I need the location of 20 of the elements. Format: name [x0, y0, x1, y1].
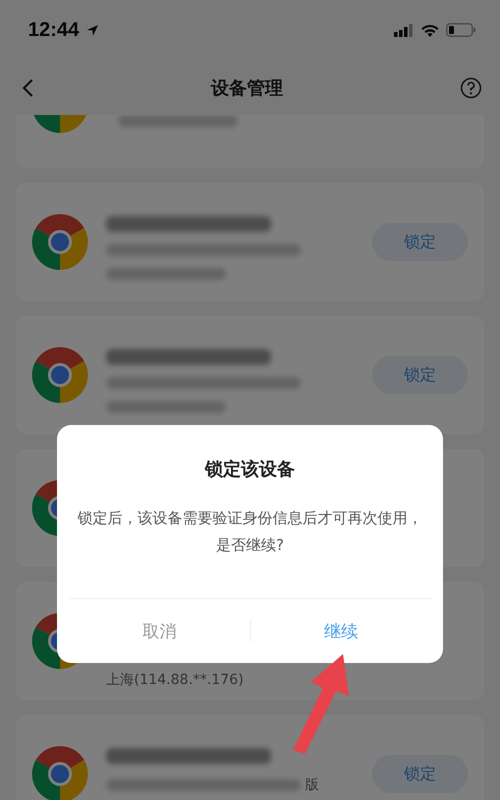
wifi-icon — [421, 24, 439, 36]
cancel-button[interactable]: 取消 — [69, 610, 250, 652]
browser-icon — [32, 347, 88, 403]
dialog-title: 锁定该设备 — [205, 458, 295, 481]
browser-icon — [32, 115, 88, 133]
device-location: 上海(114.88.**.176) — [106, 671, 245, 689]
browser-icon — [32, 214, 88, 270]
continue-button[interactable]: 继续 — [250, 610, 431, 652]
dialog-message: 锁定后，该设备需要验证身份信息后才可再次使用，是否继续? — [76, 508, 424, 556]
status-time: 12:44 — [28, 18, 80, 42]
page-title: 设备管理 — [211, 76, 283, 100]
battery-icon — [446, 23, 476, 37]
back-icon[interactable] — [22, 78, 34, 96]
lock-button[interactable]: 锁定 — [372, 356, 468, 394]
lock-button[interactable]: 锁定 — [372, 755, 468, 793]
device-detail: 版 — [305, 776, 319, 794]
signal-icon — [394, 24, 414, 36]
location-arrow-icon — [86, 24, 100, 36]
help-icon[interactable] — [460, 76, 482, 98]
lock-button[interactable]: 锁定 — [372, 223, 468, 261]
